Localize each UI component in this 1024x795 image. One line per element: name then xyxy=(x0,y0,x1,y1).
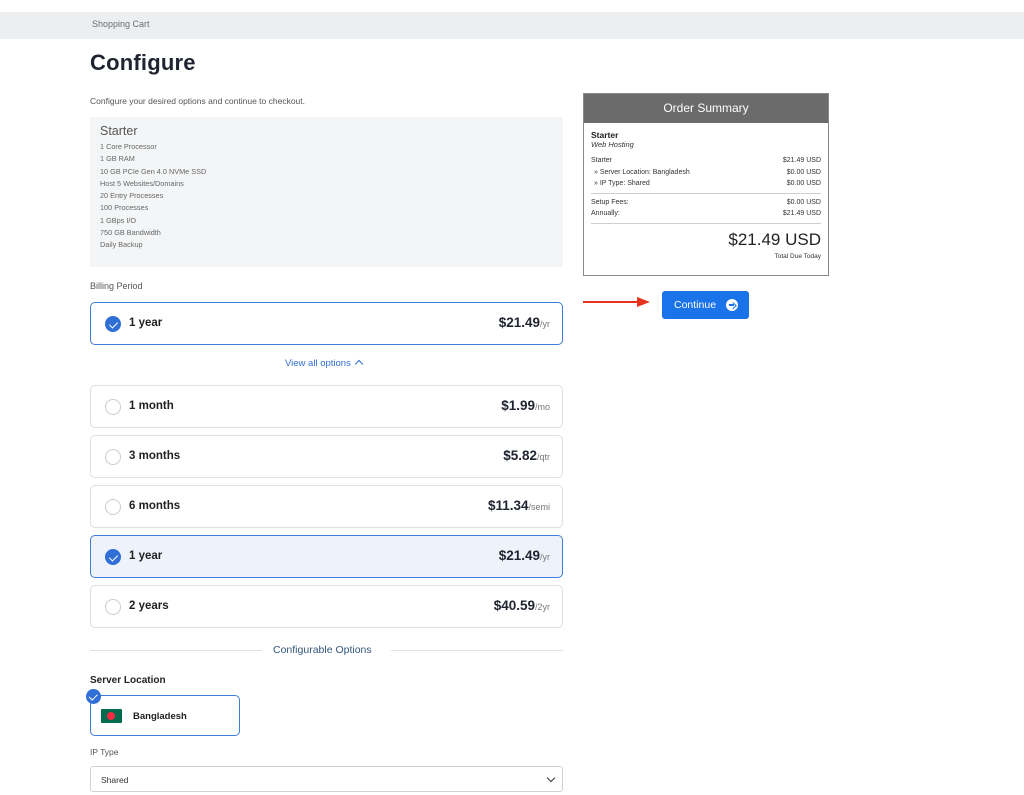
configurable-options-title: Configurable Options xyxy=(273,644,372,656)
period-price: $5.82/qtr xyxy=(503,448,550,463)
summary-group: Web Hosting xyxy=(591,140,634,149)
feature-item: 1 GB RAM xyxy=(100,154,135,164)
period-price: $21.49/yr xyxy=(498,315,550,330)
summary-due-label: Total Due Today xyxy=(774,252,822,260)
bangladesh-flag-icon xyxy=(101,709,122,723)
arrow-head-icon xyxy=(637,297,650,307)
location-name: Bangladesh xyxy=(133,711,187,722)
arrow-circle-right-icon xyxy=(726,299,738,311)
order-summary-header: Order Summary xyxy=(584,94,828,123)
billing-option-3-months[interactable]: 3 months $5.82/qtr xyxy=(90,435,563,478)
feature-item: 1 Core Processor xyxy=(100,142,157,151)
view-all-options-link[interactable]: View all options xyxy=(285,358,364,369)
check-icon xyxy=(105,549,121,565)
product-details: Starter 1 Core Processor 1 GB RAM 10 GB … xyxy=(90,117,563,267)
feature-item: 1 GBps I/O xyxy=(100,215,137,225)
period-name: 1 year xyxy=(129,550,163,562)
period-name: 1 year xyxy=(129,317,163,329)
breadcrumb: Shopping Cart xyxy=(0,12,1024,39)
summary-line: Starter $21.49 USD xyxy=(591,157,821,164)
summary-line: » IP Type: Shared $0.00 USD xyxy=(594,180,821,187)
period-price: $40.59/2yr xyxy=(493,598,550,613)
page-title: Configure xyxy=(90,50,196,75)
billing-period-label: Billing Period xyxy=(90,281,143,291)
summary-annually: Annually: $21.49 USD xyxy=(591,210,821,217)
radio-icon xyxy=(105,499,121,515)
period-name: 6 months xyxy=(129,500,181,512)
radio-icon xyxy=(105,449,121,465)
feature-item: Host 5 Websites/Domains xyxy=(100,178,184,188)
arrow-annotation xyxy=(583,301,638,303)
period-name: 1 month xyxy=(129,400,174,412)
page-subtitle: Configure your desired options and conti… xyxy=(90,96,305,106)
billing-option-1-month[interactable]: 1 month $1.99/mo xyxy=(90,385,563,428)
summary-divider xyxy=(591,222,821,224)
selected-billing-period[interactable]: 1 year $21.49/yr xyxy=(90,302,563,345)
check-icon xyxy=(105,316,121,332)
period-name: 3 months xyxy=(129,450,181,462)
feature-item: 10 GB PCIe Gen 4.0 NVMe SSD xyxy=(100,166,207,176)
summary-setup-fees: Setup Fees: $0.00 USD xyxy=(591,198,821,206)
feature-item: Daily Backup xyxy=(100,240,143,250)
radio-icon xyxy=(105,399,121,415)
billing-option-6-months[interactable]: 6 months $11.34/semi xyxy=(90,485,563,528)
period-price: $1.99/mo xyxy=(501,398,550,413)
feature-item: 100 Processes xyxy=(100,203,149,213)
chevron-up-icon xyxy=(354,359,364,369)
summary-line: » Server Location: Bangladesh $0.00 USD xyxy=(594,168,821,176)
order-summary: Order Summary Starter Web Hosting Starte… xyxy=(583,93,829,276)
continue-button[interactable]: Continue xyxy=(662,291,749,319)
divider xyxy=(391,650,563,651)
period-price: $21.49/yr xyxy=(498,548,550,563)
summary-product: Starter xyxy=(591,130,619,140)
server-location-label: Server Location xyxy=(90,675,166,686)
chevron-down-icon xyxy=(546,773,556,783)
ip-type-label: IP Type xyxy=(90,747,119,757)
check-icon xyxy=(86,689,101,704)
product-name: Starter xyxy=(100,124,138,138)
ip-type-value: Shared xyxy=(101,775,129,785)
divider xyxy=(90,650,262,651)
server-location-option-bangladesh[interactable]: Bangladesh xyxy=(86,689,240,736)
radio-icon xyxy=(105,599,121,615)
billing-option-2-years[interactable]: 2 years $40.59/2yr xyxy=(90,585,563,628)
feature-item: 750 GB Bandwidth xyxy=(100,228,161,238)
period-name: 2 years xyxy=(129,600,169,612)
feature-item: 20 Entry Processes xyxy=(100,191,164,201)
billing-option-1-year[interactable]: 1 year $21.49/yr xyxy=(90,535,563,578)
ip-type-select[interactable]: Shared xyxy=(90,766,563,792)
breadcrumb-shopping-cart[interactable]: Shopping Cart xyxy=(92,19,150,29)
summary-divider xyxy=(591,192,821,194)
summary-total: $21.49 USD xyxy=(728,229,821,249)
period-price: $11.34/semi xyxy=(487,498,550,513)
